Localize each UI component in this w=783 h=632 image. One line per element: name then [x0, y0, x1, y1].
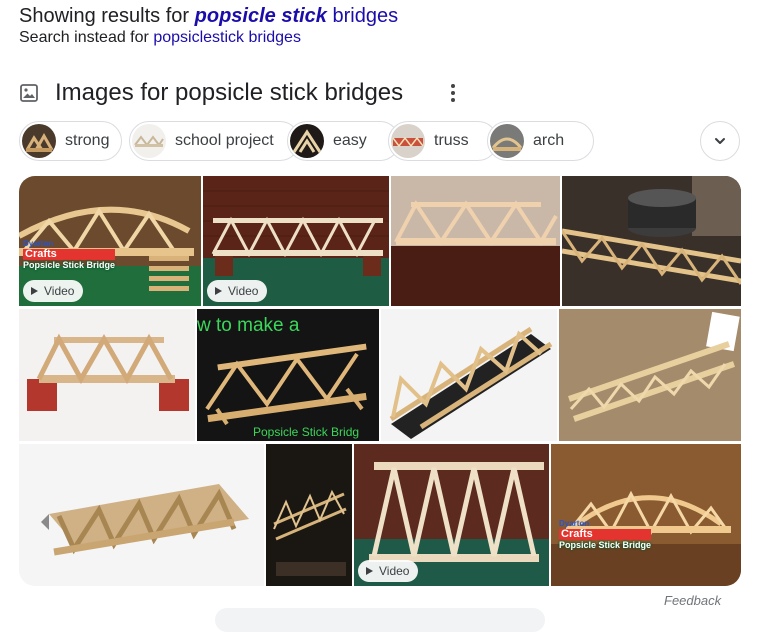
images-section-title[interactable]: Images for popsicle stick bridges — [55, 79, 403, 107]
image-result[interactable] — [19, 309, 195, 441]
image-result[interactable]: Dyarton Crafts Popsicle Stick Bridge Vid… — [19, 176, 201, 306]
chip-thumbnail — [490, 124, 524, 158]
video-badge: Video — [358, 560, 419, 582]
video-badge: Video — [207, 280, 268, 302]
original-query-link[interactable]: popsiclestick bridges — [153, 29, 301, 46]
image-result[interactable]: Dyarton Crafts Popsicle Stick Bridge — [551, 444, 741, 586]
correction-prefix: Showing results for — [19, 5, 190, 27]
expand-chips-button[interactable] — [700, 121, 740, 161]
corrected-query-rest[interactable]: bridges — [332, 5, 398, 27]
more-images-button[interactable] — [215, 608, 545, 632]
image-result[interactable] — [562, 176, 741, 306]
chip-school-project[interactable]: school project — [129, 121, 300, 161]
watermark: Dyarton Crafts Popsicle Stick Bridge — [559, 519, 652, 550]
image-result[interactable]: Video — [354, 444, 549, 586]
chip-strong[interactable]: strong — [19, 121, 122, 161]
spelling-correction: Showing results for popsicle stick bridg… — [19, 4, 398, 28]
feedback-link[interactable]: Feedback — [664, 593, 721, 608]
corrected-query-link[interactable]: popsicle stick — [195, 5, 327, 27]
chip-arch[interactable]: arch — [487, 121, 594, 161]
play-icon — [215, 287, 222, 295]
image-result[interactable]: Video — [203, 176, 389, 306]
chip-label: truss — [434, 132, 469, 149]
watermark: Dyarton Crafts Popsicle Stick Bridge — [23, 239, 116, 270]
image-result[interactable] — [266, 444, 352, 586]
image-result[interactable] — [381, 309, 557, 441]
chip-truss[interactable]: truss — [388, 121, 498, 161]
chevron-down-icon — [715, 138, 725, 144]
image-result[interactable] — [559, 309, 741, 441]
image-result[interactable]: w to make a Popsicle Stick Bridg — [197, 309, 379, 441]
play-icon — [31, 287, 38, 295]
chip-thumbnail — [290, 124, 324, 158]
image-grid: Dyarton Crafts Popsicle Stick Bridge Vid… — [19, 176, 741, 586]
chip-label: school project — [175, 132, 274, 149]
overlay-caption: Popsicle Stick Bridg — [253, 425, 360, 439]
image-result[interactable] — [391, 176, 560, 306]
chip-thumbnail — [22, 124, 56, 158]
chip-easy[interactable]: easy — [287, 121, 400, 161]
chip-label: strong — [65, 132, 110, 149]
search-instead: Search instead for popsiclestick bridges — [19, 28, 301, 48]
video-badge: Video — [23, 280, 84, 302]
chip-label: arch — [533, 132, 565, 149]
more-vert-icon[interactable] — [445, 80, 461, 106]
play-icon — [366, 567, 373, 575]
overlay-caption: w to make a — [197, 315, 300, 336]
chip-thumbnail — [391, 124, 425, 158]
chip-thumbnail — [132, 124, 166, 158]
images-section-header: Images for popsicle stick bridges — [19, 78, 403, 108]
chip-label: easy — [333, 132, 367, 149]
search-instead-prefix: Search instead for — [19, 29, 149, 46]
image-result[interactable] — [19, 444, 264, 586]
image-icon — [20, 84, 38, 102]
